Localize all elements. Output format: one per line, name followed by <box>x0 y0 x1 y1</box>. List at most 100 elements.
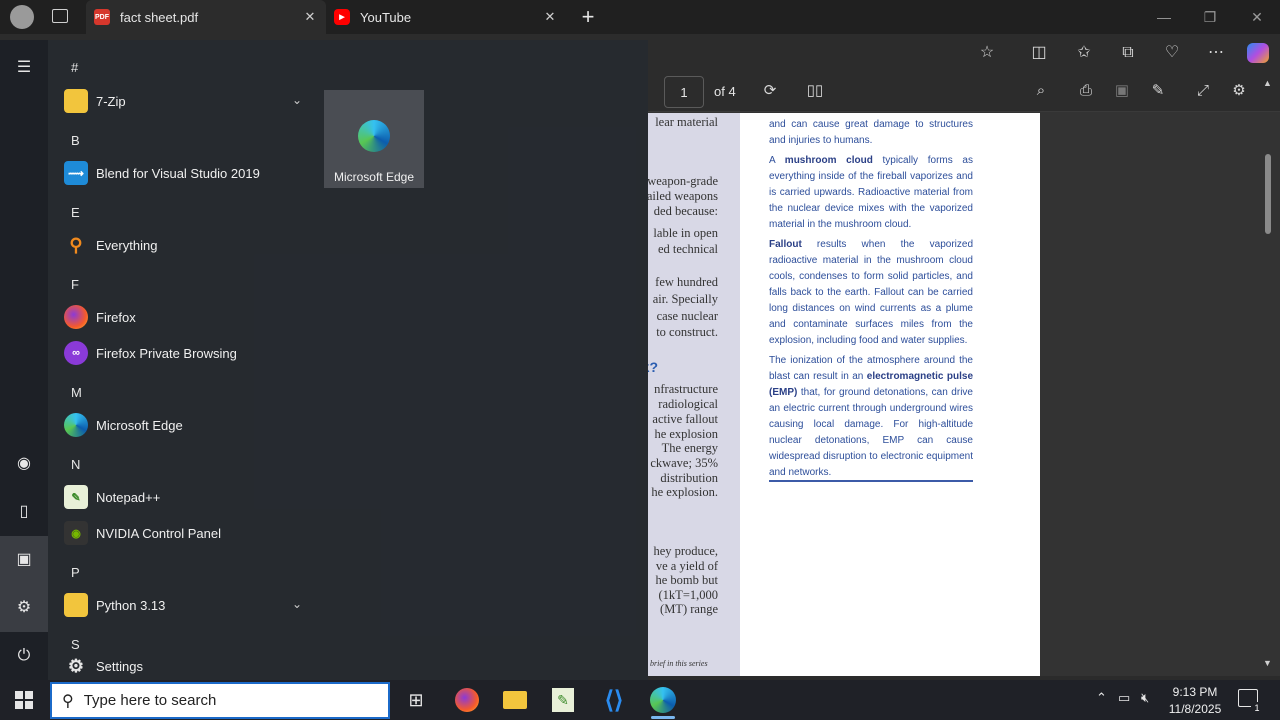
show-hidden-icons-icon[interactable]: ⌃ <box>1096 690 1107 706</box>
youtube-icon: ▶ <box>334 9 350 25</box>
more-options-icon[interactable]: ⋯ <box>1205 42 1227 64</box>
clock-date: 11/8/2025 <box>1168 702 1222 716</box>
save-icon[interactable]: ▣ <box>1111 80 1133 102</box>
section-letter[interactable]: E <box>71 205 80 220</box>
minimize-icon[interactable]: — <box>1141 0 1187 34</box>
app-notepadpp[interactable]: ✎ Notepad++ <box>64 479 308 515</box>
profile-avatar[interactable] <box>10 5 34 29</box>
scrollbar-thumb[interactable] <box>1265 154 1271 234</box>
tab-youtube[interactable]: ▶ YouTube ✕ <box>326 0 566 34</box>
section-letter[interactable]: P <box>71 565 80 580</box>
edge-icon <box>64 413 88 437</box>
app-nvidia[interactable]: ◉ NVIDIA Control Panel <box>64 515 308 551</box>
text-line: distribution <box>660 471 718 485</box>
section-letter[interactable]: # <box>71 60 78 75</box>
footer-text: brief in this series <box>650 659 708 668</box>
fullscreen-icon[interactable]: ⤢ <box>1192 80 1214 102</box>
rotate-icon[interactable]: ⟳ <box>759 80 781 102</box>
nvidia-icon: ◉ <box>64 521 88 545</box>
browser-essentials-icon[interactable]: ♡ <box>1161 42 1183 64</box>
section-letter[interactable]: M <box>71 385 82 400</box>
text-line: he bomb but <box>655 573 719 587</box>
gear-icon: ⚙ <box>67 655 85 676</box>
app-firefox-private[interactable]: ∞ Firefox Private Browsing <box>64 335 308 371</box>
section-heading: k? <box>648 359 658 375</box>
page-number-input[interactable]: 1 <box>664 76 704 108</box>
power-icon[interactable]: ⏻ <box>11 643 37 669</box>
notification-count: 1 <box>1251 702 1263 714</box>
file-explorer-icon[interactable] <box>499 684 531 716</box>
section-letter[interactable]: N <box>71 457 80 472</box>
text-line: few hundred <box>655 275 718 289</box>
search-placeholder: Type here to search <box>83 692 217 709</box>
close-tab-icon[interactable]: ✕ <box>542 9 558 25</box>
task-view-icon[interactable]: ⊞ <box>400 684 432 716</box>
hamburger-menu-icon[interactable]: ☰ <box>11 55 37 81</box>
new-tab-button[interactable]: + <box>576 2 600 32</box>
app-python[interactable]: Python 3.13 ⌄ <box>64 587 308 623</box>
section-letter[interactable]: F <box>71 277 79 292</box>
user-account-icon[interactable]: ◉ <box>11 451 37 477</box>
network-icon[interactable]: ▭ <box>1118 690 1130 706</box>
tab-actions-icon[interactable] <box>52 9 68 23</box>
close-tab-icon[interactable]: ✕ <box>302 9 318 25</box>
app-settings[interactable]: ⚙ Settings <box>64 652 308 680</box>
paragraph-fallout: Fallout results when the vaporized radio… <box>769 239 973 346</box>
app-microsoft-edge[interactable]: Microsoft Edge <box>64 407 308 443</box>
tab-label: YouTube <box>360 9 412 25</box>
notepadpp-icon[interactable]: ✎ <box>547 684 579 716</box>
favorites-icon[interactable]: ✩ <box>1073 42 1095 64</box>
firefox-private-icon: ∞ <box>64 341 88 365</box>
split-screen-icon[interactable]: ◫ <box>1028 42 1050 64</box>
pictures-icon[interactable]: ▣ <box>11 547 37 573</box>
section-letter[interactable]: B <box>71 133 80 148</box>
app-7zip[interactable]: 7-Zip ⌄ <box>64 83 308 119</box>
volume-muted-icon[interactable]: 🔇︎ <box>1141 690 1149 706</box>
tile-label: Microsoft Edge <box>333 170 415 184</box>
text-line: ded because: <box>653 204 718 218</box>
edge-icon[interactable] <box>647 684 679 716</box>
chevron-down-icon: ⌄ <box>291 93 302 107</box>
favorite-star-icon[interactable]: ☆ <box>976 42 998 64</box>
text-line: (1kT=1,000 <box>658 588 718 602</box>
firefox-icon[interactable] <box>451 684 483 716</box>
settings-icon[interactable]: ⚙ <box>1228 80 1250 102</box>
settings-gear-icon[interactable]: ⚙ <box>11 595 37 621</box>
text-line: case nuclear <box>656 309 718 323</box>
close-window-icon[interactable]: ✕ <box>1234 0 1280 34</box>
page-view-icon[interactable]: ▯▯ <box>804 80 826 102</box>
section-letter[interactable]: S <box>71 637 80 652</box>
tab-fact-sheet[interactable]: PDF fact sheet.pdf ✕ <box>86 0 326 34</box>
windows-start-icon[interactable] <box>15 691 33 709</box>
taskbar-search-box[interactable]: ⚲ Type here to search <box>50 682 390 719</box>
app-blend[interactable]: ⟿ Blend for Visual Studio 2019 <box>64 155 308 191</box>
text-line: ckwave; 35% <box>650 456 718 470</box>
blend-icon: ⟿ <box>64 161 88 185</box>
documents-icon[interactable]: ▯ <box>11 499 37 525</box>
taskbar-clock[interactable]: 9:13 PM 11/8/2025 <box>1160 684 1230 718</box>
app-everything[interactable]: ⚲ Everything <box>64 227 308 263</box>
search-icon: ⚲ <box>62 692 74 710</box>
collections-icon[interactable]: ⧉ <box>1117 42 1139 64</box>
text-line: radiological <box>658 397 718 411</box>
scroll-up-icon[interactable]: ▲ <box>1263 78 1272 88</box>
paragraph-mushroom-cloud: A mushroom cloud typically forms as ever… <box>769 155 973 230</box>
vscode-icon[interactable]: ⟨⟩ <box>598 684 630 716</box>
scroll-down-icon[interactable]: ▼ <box>1263 658 1272 668</box>
save-as-icon[interactable]: ✎ <box>1147 80 1169 102</box>
firefox-icon <box>64 305 88 329</box>
active-app-indicator <box>651 716 675 719</box>
pinned-tile-edge[interactable]: Microsoft Edge <box>324 90 424 188</box>
text-line: (MT) range <box>660 602 718 616</box>
pdf-toolbar <box>648 72 1280 112</box>
paragraph-emp: The ionization of the atmosphere around … <box>769 355 974 478</box>
pdf-icon: PDF <box>94 9 110 25</box>
copilot-icon[interactable] <box>1247 43 1269 63</box>
everything-icon: ⚲ <box>69 234 83 255</box>
text-line: ailed weapons <box>648 189 718 203</box>
restore-icon[interactable]: ❐ <box>1187 0 1233 34</box>
search-icon[interactable]: ⌕ <box>1030 80 1052 102</box>
app-firefox[interactable]: Firefox <box>64 299 308 335</box>
print-icon[interactable]: ⎙ <box>1075 80 1097 102</box>
text-line: ed technical <box>657 242 718 256</box>
